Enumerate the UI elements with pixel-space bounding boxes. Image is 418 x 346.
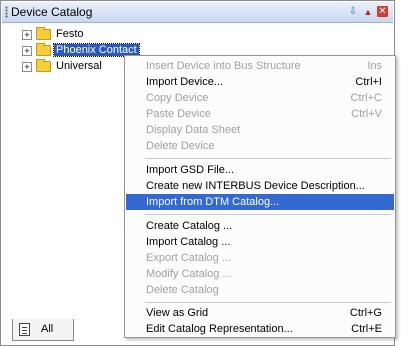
pin-icon[interactable]: ⇩ xyxy=(347,6,359,18)
menu-item-insert-device[interactable]: Insert Device into Bus Structure Ins xyxy=(126,58,394,74)
tree-item-label: Festo xyxy=(56,28,84,40)
menu-item-shortcut: Ctrl+I xyxy=(355,76,382,88)
panel-titlebar[interactable]: Device Catalog ⇩ ▲ ✕ xyxy=(2,2,393,23)
menu-item-create-interbus-description[interactable]: Create new INTERBUS Device Description..… xyxy=(126,178,394,194)
menu-item-label: Export Catalog ... xyxy=(146,252,231,264)
context-menu: Insert Device into Bus Structure Ins Imp… xyxy=(124,55,396,338)
menu-item-label: Display Data Sheet xyxy=(146,124,241,136)
menu-item-label: Paste Device xyxy=(146,108,211,120)
menu-item-import-device[interactable]: Import Device... Ctrl+I xyxy=(126,74,394,90)
menu-item-label: Import from DTM Catalog... xyxy=(146,196,280,208)
menu-item-create-catalog[interactable]: Create Catalog ... xyxy=(126,218,394,234)
panel-title: Device Catalog xyxy=(11,5,93,19)
menu-item-paste-device[interactable]: Paste Device Ctrl+V xyxy=(126,106,394,122)
folder-icon xyxy=(36,43,51,56)
menu-item-delete-device[interactable]: Delete Device xyxy=(126,138,394,154)
menu-item-delete-catalog[interactable]: Delete Catalog xyxy=(126,282,394,298)
menu-item-label: Edit Catalog Representation... xyxy=(146,323,293,335)
menu-separator xyxy=(145,158,391,159)
folder-icon xyxy=(36,59,51,72)
menu-item-display-data-sheet[interactable]: Display Data Sheet xyxy=(126,122,394,138)
menu-item-shortcut: Ctrl+V xyxy=(351,108,382,120)
menu-separator xyxy=(145,214,391,215)
menu-item-label: Delete Catalog xyxy=(146,284,219,296)
menu-item-label: Create new INTERBUS Device Description..… xyxy=(146,180,365,192)
menu-item-label: Import Catalog ... xyxy=(146,236,231,248)
menu-item-label: Create Catalog ... xyxy=(146,220,233,232)
tree-item-label: Universal xyxy=(56,60,102,72)
menu-item-shortcut: Ctrl+E xyxy=(351,323,382,335)
menu-item-label: Import Device... xyxy=(146,76,224,88)
menu-item-import-catalog[interactable]: Import Catalog ... xyxy=(126,234,394,250)
expand-icon[interactable]: + xyxy=(22,62,32,72)
menu-item-import-from-dtm-catalog[interactable]: Import from DTM Catalog... xyxy=(126,194,394,210)
expand-icon[interactable]: + xyxy=(22,30,32,40)
tab-all[interactable]: All xyxy=(12,319,74,341)
menu-item-shortcut: Ctrl+C xyxy=(350,92,382,104)
menu-item-label: Modify Catalog ... xyxy=(146,268,232,280)
menu-separator xyxy=(145,302,391,303)
menu-item-export-catalog[interactable]: Export Catalog ... xyxy=(126,250,394,266)
menu-item-view-as-grid[interactable]: View as Grid Ctrl+G xyxy=(126,305,394,321)
menu-item-modify-catalog[interactable]: Modify Catalog ... xyxy=(126,266,394,282)
menu-item-label: Insert Device into Bus Structure xyxy=(146,60,301,72)
menu-item-label: Import GSD File... xyxy=(146,164,235,176)
close-icon[interactable]: ✕ xyxy=(377,6,388,17)
menu-item-shortcut: Ctrl+G xyxy=(349,307,382,319)
menu-item-label: Copy Device xyxy=(146,92,209,104)
menu-item-shortcut: Ins xyxy=(367,60,382,72)
drag-grip-icon[interactable] xyxy=(5,6,8,18)
expand-icon[interactable]: + xyxy=(22,46,32,56)
folder-icon xyxy=(36,27,51,40)
menu-item-label: Delete Device xyxy=(146,140,215,152)
menu-item-edit-catalog-representation[interactable]: Edit Catalog Representation... Ctrl+E xyxy=(126,321,394,337)
menu-item-import-gsd-file[interactable]: Import GSD File... xyxy=(126,162,394,178)
dropdown-arrow-icon[interactable]: ▲ xyxy=(362,6,374,18)
tab-label: All xyxy=(41,323,54,335)
catalog-list-icon xyxy=(19,323,30,336)
menu-item-copy-device[interactable]: Copy Device Ctrl+C xyxy=(126,90,394,106)
menu-item-label: View as Grid xyxy=(146,307,209,319)
